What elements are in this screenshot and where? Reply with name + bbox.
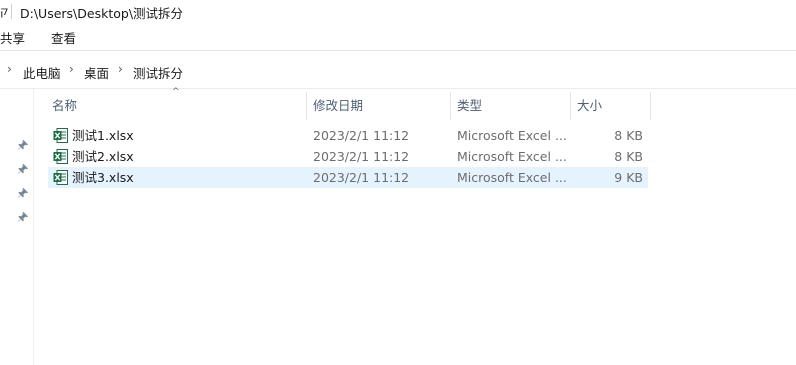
excel-file-icon <box>53 149 68 164</box>
file-name: 测试2.xlsx <box>72 149 134 164</box>
column-resize-handle[interactable] <box>306 92 307 120</box>
column-header-size[interactable]: 大小 <box>577 92 602 120</box>
excel-file-icon <box>53 170 68 185</box>
navigation-pane-divider[interactable] <box>33 89 34 365</box>
column-header-type[interactable]: 类型 <box>457 92 482 120</box>
file-type: Microsoft Excel ... <box>457 149 567 164</box>
file-modified-date: 2023/2/1 11:12 <box>313 128 410 143</box>
column-resize-handle[interactable] <box>570 92 571 120</box>
column-headers: ^ 名称 修改日期 类型 大小 <box>48 87 652 120</box>
tab-share[interactable]: 共享 <box>0 28 25 47</box>
pin-icon[interactable] <box>17 187 29 199</box>
pin-icon[interactable] <box>17 163 29 175</box>
file-size: 9 KB <box>614 170 643 185</box>
title-bar: ק D:\Users\Desktop\测试拆分 <box>0 0 796 24</box>
breadcrumb-current-folder[interactable]: 测试拆分 <box>133 63 183 82</box>
file-type: Microsoft Excel ... <box>457 128 567 143</box>
file-name: 测试1.xlsx <box>72 128 134 143</box>
excel-file-icon <box>53 128 68 143</box>
chevron-right-icon[interactable]: › <box>118 62 123 76</box>
pin-icon[interactable] <box>17 139 29 151</box>
file-type: Microsoft Excel ... <box>457 170 567 185</box>
column-header-date[interactable]: 修改日期 <box>313 92 363 120</box>
file-name: 测试3.xlsx <box>72 170 134 185</box>
address-divider <box>0 88 796 89</box>
ribbon-tabs: 共享 查看 <box>0 24 796 48</box>
tab-view[interactable]: 查看 <box>51 28 76 47</box>
file-list: 测试1.xlsx 2023/2/1 11:12 Microsoft Excel … <box>48 125 648 188</box>
title-separator <box>11 4 12 19</box>
navigation-pane <box>0 89 33 365</box>
file-size: 8 KB <box>614 128 643 143</box>
window-title: D:\Users\Desktop\测试拆分 <box>20 6 184 21</box>
pin-icon[interactable] <box>17 211 29 223</box>
chevron-right-icon[interactable]: › <box>7 62 12 76</box>
file-row[interactable]: 测试2.xlsx 2023/2/1 11:12 Microsoft Excel … <box>48 146 648 167</box>
sort-ascending-icon: ^ <box>172 87 180 97</box>
chevron-right-icon[interactable]: › <box>69 62 74 76</box>
file-size: 8 KB <box>614 149 643 164</box>
quick-access-toolbar-edge[interactable]: ק <box>0 4 9 18</box>
column-resize-handle[interactable] <box>650 92 651 120</box>
file-modified-date: 2023/2/1 11:12 <box>313 170 410 185</box>
file-row-selected[interactable]: 测试3.xlsx 2023/2/1 11:12 Microsoft Excel … <box>48 167 648 188</box>
column-header-name[interactable]: 名称 <box>52 92 77 120</box>
file-modified-date: 2023/2/1 11:12 <box>313 149 410 164</box>
ribbon-divider <box>0 50 796 51</box>
breadcrumb-this-pc[interactable]: 此电脑 <box>23 63 61 82</box>
file-explorer-window: ק D:\Users\Desktop\测试拆分 共享 查看 › 此电脑 › 桌面… <box>0 0 796 365</box>
column-resize-handle[interactable] <box>450 92 451 120</box>
file-row[interactable]: 测试1.xlsx 2023/2/1 11:12 Microsoft Excel … <box>48 125 648 146</box>
breadcrumb-desktop[interactable]: 桌面 <box>84 63 109 82</box>
breadcrumb[interactable]: › 此电脑 › 桌面 › 测试拆分 <box>0 57 796 84</box>
